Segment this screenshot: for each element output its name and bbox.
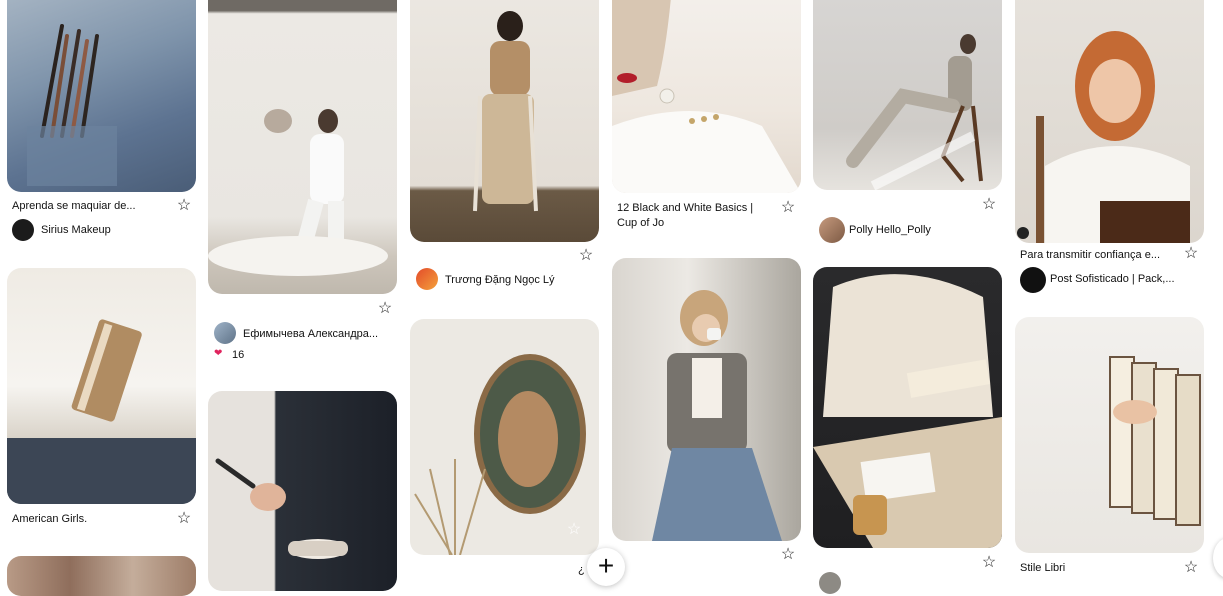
avatar[interactable]: [12, 219, 34, 241]
like-count: 16: [232, 349, 245, 361]
create-plus-button[interactable]: +: [587, 548, 625, 586]
pin-image[interactable]: [7, 268, 196, 504]
mirror-reflection-image: [414, 354, 586, 555]
pin-author[interactable]: Ефимычева Александра...: [243, 327, 378, 342]
books-white-shirt-image: [1109, 356, 1201, 526]
star-icon[interactable]: ☆: [376, 300, 394, 318]
pin-image[interactable]: [612, 258, 801, 541]
account-badge-icon: [1017, 227, 1029, 239]
avatar[interactable]: [819, 217, 845, 243]
avatar[interactable]: [214, 322, 236, 344]
woman-on-stool-image: [473, 11, 538, 212]
makeup-brush-powder-image: [215, 458, 348, 559]
woman-drinking-coffee-image: [652, 290, 782, 541]
star-icon[interactable]: ☆: [779, 546, 797, 564]
pin-image[interactable]: [813, 267, 1002, 548]
star-icon[interactable]: ☆: [980, 554, 998, 572]
pin-image[interactable]: [7, 0, 196, 192]
star-icon[interactable]: ☆: [980, 196, 998, 214]
pin-image[interactable]: [1015, 317, 1204, 553]
star-icon[interactable]: ☆: [577, 247, 595, 265]
makeup-brushes-image: [27, 24, 117, 186]
woman-walking-image: [208, 109, 388, 276]
pin-image[interactable]: [208, 391, 397, 591]
star-icon[interactable]: ☆: [175, 197, 193, 215]
pin-author[interactable]: Sirius Makeup: [41, 223, 111, 238]
pin-image[interactable]: [208, 0, 397, 294]
pin-image[interactable]: [1015, 0, 1204, 243]
partial-text: ¿: [578, 564, 585, 576]
black-white-basics-image: [612, 0, 801, 193]
smiling-woman-image: [1036, 31, 1190, 243]
help-button[interactable]: [1213, 538, 1223, 578]
avatar[interactable]: [416, 268, 438, 290]
sweater-book-coffee-image: [813, 274, 1002, 548]
pin-image[interactable]: [410, 319, 599, 555]
pin-image[interactable]: [7, 556, 196, 596]
pin-image[interactable]: [410, 0, 599, 242]
pin-title[interactable]: Para transmitir confiança e...: [1020, 248, 1160, 263]
pin-image[interactable]: [612, 0, 801, 193]
star-icon[interactable]: ☆: [175, 510, 193, 528]
pin-author[interactable]: Polly Hello_Polly: [849, 223, 931, 238]
pin-author[interactable]: Post Sofisticado | Pack,...: [1050, 272, 1175, 287]
pin-image[interactable]: [813, 0, 1002, 190]
pin-title[interactable]: Stile Libri: [1020, 561, 1065, 576]
pin-title[interactable]: Aprenda se maquiar de...: [12, 199, 136, 214]
white-shirt-books-image: [7, 319, 196, 504]
star-icon[interactable]: ☆: [565, 521, 583, 539]
avatar[interactable]: [819, 572, 841, 594]
pin-title[interactable]: 12 Black and White Basics | Cup of Jo: [617, 201, 767, 231]
pin-author[interactable]: Trương Đặng Ngọc Lý: [445, 273, 555, 288]
woman-on-chair-image: [846, 34, 983, 190]
star-icon[interactable]: ☆: [1182, 559, 1200, 577]
star-icon[interactable]: ☆: [1182, 245, 1200, 263]
heart-icon: ❤: [214, 348, 223, 359]
pin-title[interactable]: American Girls.: [12, 512, 87, 527]
avatar[interactable]: [1020, 267, 1046, 293]
star-icon[interactable]: ☆: [779, 199, 797, 217]
